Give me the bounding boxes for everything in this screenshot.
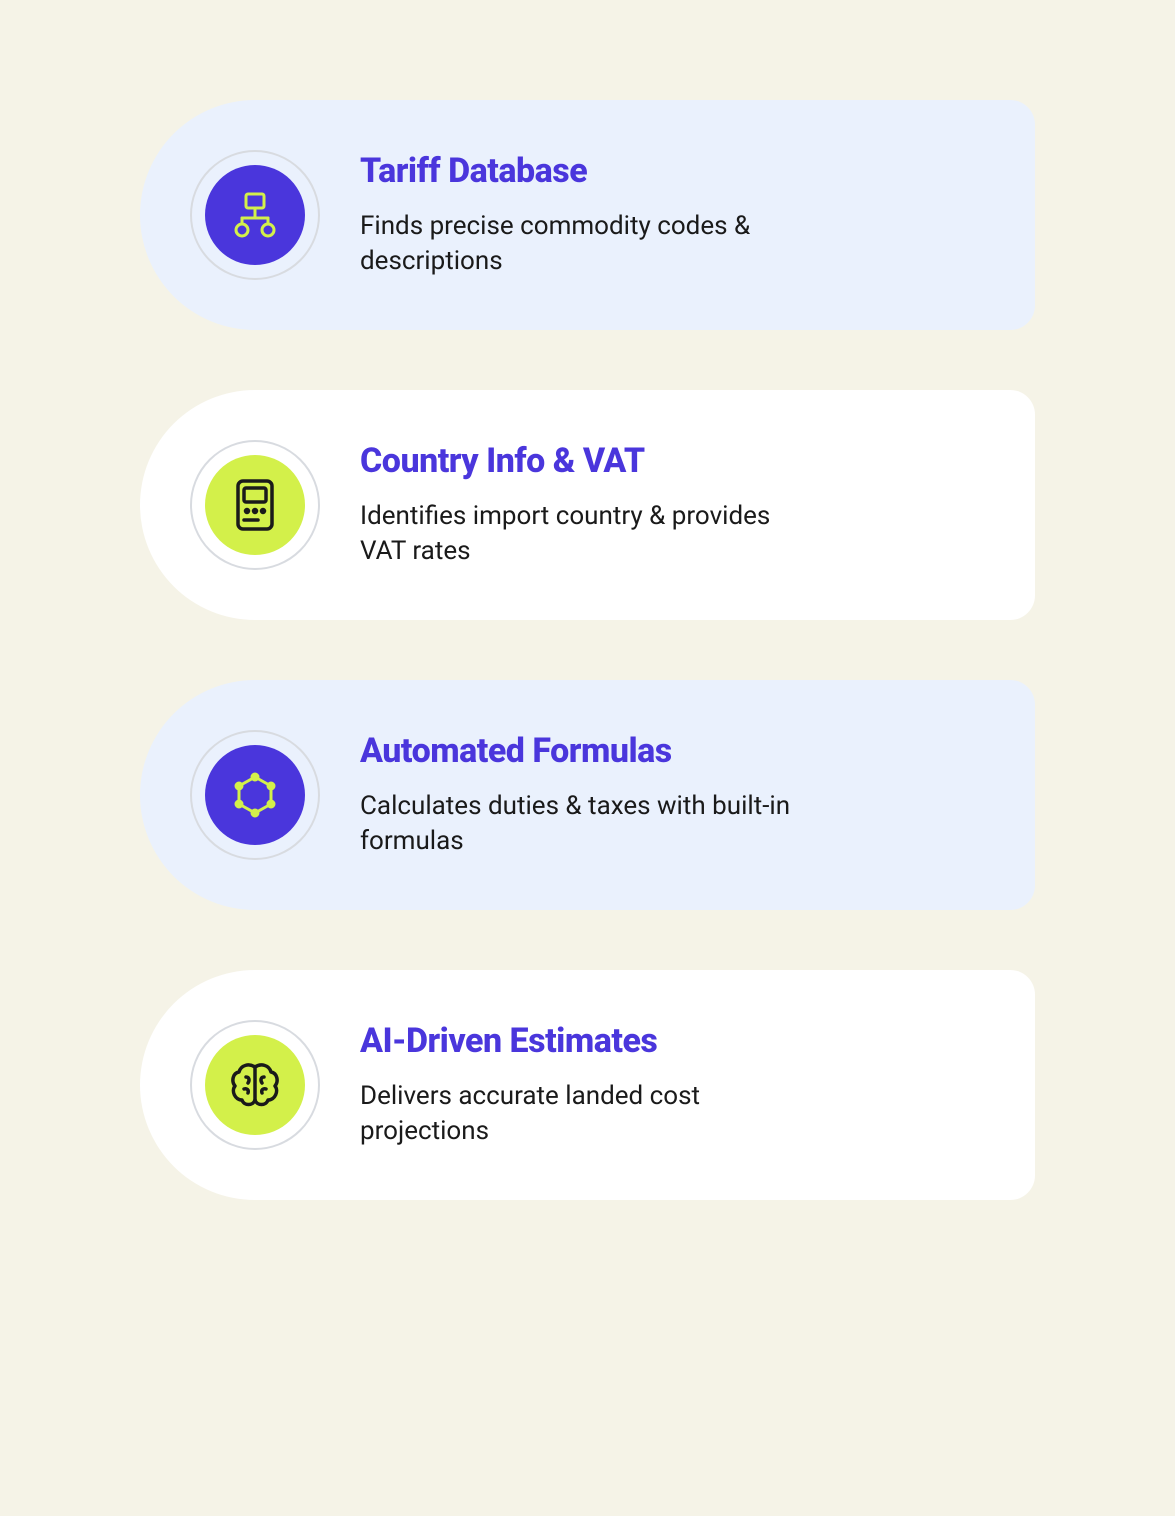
calculator-icon (205, 455, 305, 555)
card-title: Tariff Database (360, 151, 820, 191)
hexagon-network-icon (205, 745, 305, 845)
card-description: Calculates duties & taxes with built-in … (360, 789, 820, 859)
card-description: Identifies import country & provides VAT… (360, 499, 820, 569)
brain-icon (205, 1035, 305, 1135)
icon-circle (190, 440, 320, 570)
feature-card-country-vat: Country Info & VAT Identifies import cou… (140, 390, 1035, 620)
hierarchy-icon (205, 165, 305, 265)
card-title: Country Info & VAT (360, 441, 820, 481)
card-title: AI-Driven Estimates (360, 1021, 820, 1061)
feature-card-automated-formulas: Automated Formulas Calculates duties & t… (140, 680, 1035, 910)
feature-card-ai-estimates: AI-Driven Estimates Delivers accurate la… (140, 970, 1035, 1200)
card-description: Delivers accurate landed cost projection… (360, 1079, 820, 1149)
icon-circle (190, 1020, 320, 1150)
card-description: Finds precise commodity codes & descript… (360, 209, 820, 279)
icon-circle (190, 150, 320, 280)
icon-circle (190, 730, 320, 860)
feature-card-tariff-database: Tariff Database Finds precise commodity … (140, 100, 1035, 330)
card-title: Automated Formulas (360, 731, 820, 771)
